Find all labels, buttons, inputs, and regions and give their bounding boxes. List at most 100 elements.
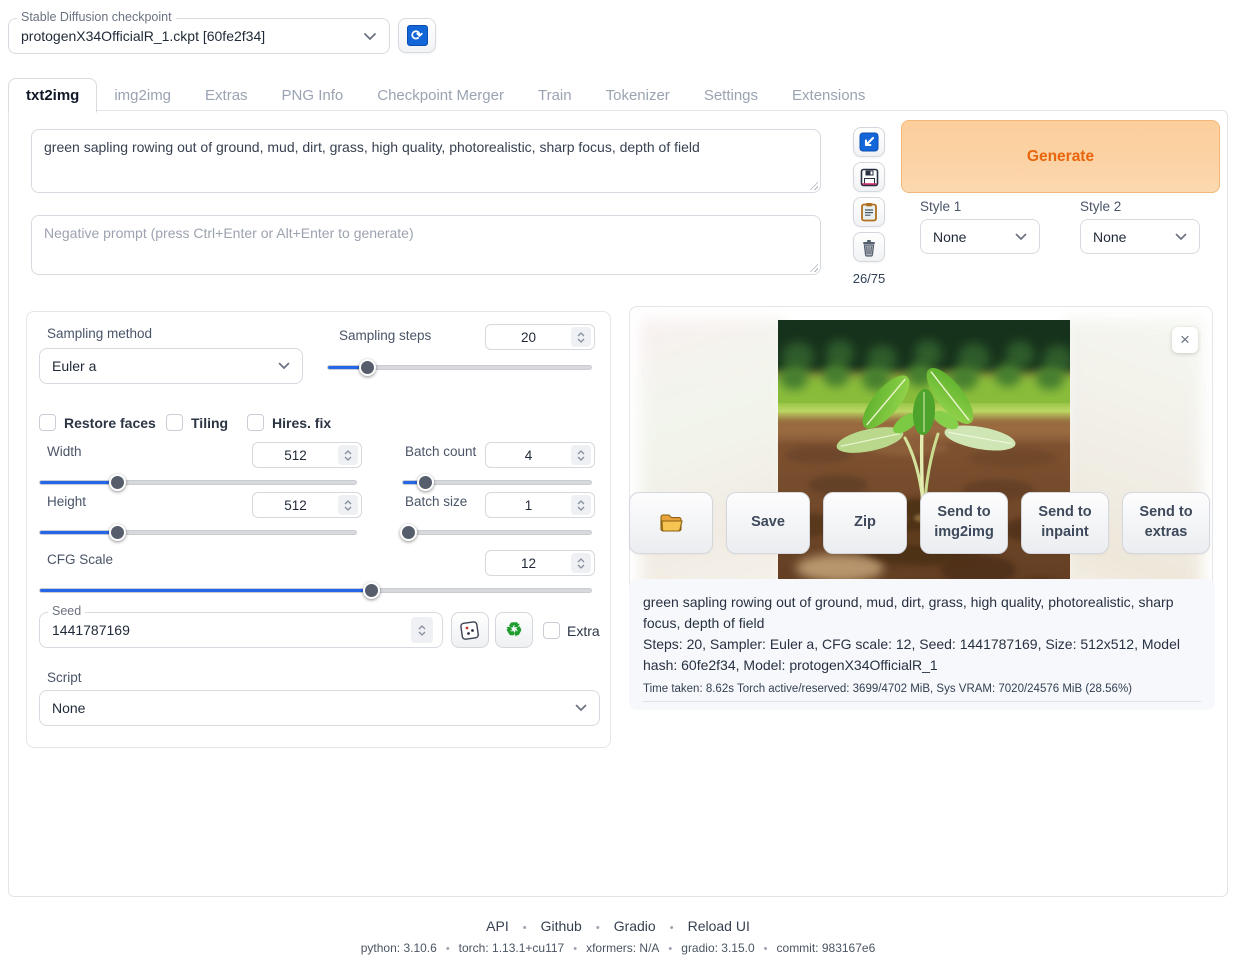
- tab-txt2img[interactable]: txt2img: [8, 78, 97, 113]
- stepper-icon[interactable]: [411, 617, 433, 643]
- sampling-steps-slider[interactable]: [327, 359, 592, 376]
- send-to-extras-button[interactable]: Send to extras: [1122, 492, 1210, 554]
- divider: [643, 701, 1201, 702]
- stepper-icon[interactable]: [338, 495, 358, 515]
- zip-button[interactable]: Zip: [823, 492, 907, 554]
- output-time-text: Time taken: 8.62s Torch active/reserved:…: [643, 683, 1201, 695]
- slider-thumb[interactable]: [359, 359, 376, 376]
- footer-link-reload-ui[interactable]: Reload UI: [688, 918, 750, 934]
- sampling-method-value: Euler a: [52, 358, 278, 374]
- stepper-icon[interactable]: [571, 495, 591, 515]
- bullet-separator: •: [668, 943, 672, 955]
- tab-checkpoint-merger[interactable]: Checkpoint Merger: [360, 79, 521, 112]
- save-style-button[interactable]: [853, 162, 885, 192]
- txt2img-panel: green sapling rowing out of ground, mud,…: [8, 110, 1228, 897]
- slider-thumb[interactable]: [363, 582, 380, 599]
- cfg-scale-input[interactable]: 12: [485, 550, 595, 576]
- negative-prompt-input[interactable]: [31, 215, 821, 275]
- stepper-icon[interactable]: [338, 445, 358, 465]
- batch-size-label: Batch size: [405, 494, 467, 509]
- random-seed-button[interactable]: [451, 612, 489, 648]
- checkpoint-value: protogenX34OfficialR_1.ckpt [60fe2f34]: [21, 28, 363, 44]
- style2-select[interactable]: None: [1080, 219, 1200, 254]
- width-input[interactable]: 512: [252, 442, 362, 468]
- open-folder-button[interactable]: [629, 492, 713, 554]
- generated-image[interactable]: [778, 320, 1070, 610]
- sampling-steps-input[interactable]: 20: [485, 324, 595, 350]
- hires-fix-label: Hires. fix: [272, 415, 331, 431]
- clear-prompt-button[interactable]: [853, 232, 885, 262]
- floppy-disk-icon: [860, 168, 879, 187]
- tab-extensions[interactable]: Extensions: [775, 79, 882, 112]
- cfg-scale-slider[interactable]: [39, 582, 592, 599]
- tab-extras[interactable]: Extras: [188, 79, 265, 112]
- hires-fix-checkbox[interactable]: [247, 414, 264, 431]
- stepper-icon[interactable]: [571, 445, 591, 465]
- extra-seed-checkbox[interactable]: [543, 622, 560, 639]
- send-to-img2img-button[interactable]: Send to img2img: [920, 492, 1008, 554]
- batch-size-slider[interactable]: [402, 524, 592, 541]
- checkpoint-dropdown[interactable]: Stable Diffusion checkpoint protogenX34O…: [8, 18, 390, 54]
- restore-faces-label: Restore faces: [64, 415, 156, 431]
- restore-faces-checkbox[interactable]: [39, 414, 56, 431]
- footer-version-python: python: 3.10.6: [361, 941, 437, 955]
- batch-size-input[interactable]: 1: [485, 492, 595, 518]
- paste-generation-params-button[interactable]: [853, 127, 885, 157]
- script-select[interactable]: None: [39, 690, 600, 726]
- height-value: 512: [253, 498, 338, 513]
- main-tabbar: txt2img img2img Extras PNG Info Checkpoi…: [8, 77, 882, 112]
- apply-style-button[interactable]: [853, 197, 885, 227]
- dice-icon: [460, 620, 480, 640]
- style1-value: None: [933, 229, 1015, 245]
- chevron-down-icon: [1175, 233, 1187, 241]
- footer-link-github[interactable]: Github: [541, 918, 582, 934]
- slider-thumb[interactable]: [109, 524, 126, 541]
- batch-count-input[interactable]: 4: [485, 442, 595, 468]
- footer-version-xformers: xformers: N/A: [586, 941, 659, 955]
- batch-count-value: 4: [486, 448, 571, 463]
- style1-select[interactable]: None: [920, 219, 1040, 254]
- style2-label: Style 2: [1080, 199, 1121, 214]
- close-gallery-button[interactable]: ×: [1172, 327, 1198, 353]
- height-slider[interactable]: [39, 524, 357, 541]
- batch-count-slider[interactable]: [402, 474, 592, 491]
- prompt-input[interactable]: green sapling rowing out of ground, mud,…: [31, 129, 821, 193]
- width-slider[interactable]: [39, 474, 357, 491]
- extra-seed-label: Extra: [567, 623, 600, 639]
- width-label: Width: [47, 444, 82, 459]
- slider-thumb[interactable]: [109, 474, 126, 491]
- tab-train[interactable]: Train: [521, 79, 589, 112]
- stepper-icon[interactable]: [571, 553, 591, 573]
- tiling-checkbox[interactable]: [166, 414, 183, 431]
- slider-thumb[interactable]: [417, 474, 434, 491]
- style1-label: Style 1: [920, 199, 961, 214]
- tab-tokenizer[interactable]: Tokenizer: [589, 79, 687, 112]
- close-icon: ×: [1180, 330, 1190, 350]
- seed-input[interactable]: Seed 1441787169: [39, 612, 443, 648]
- sampling-steps-label: Sampling steps: [339, 328, 431, 343]
- bullet-separator: •: [446, 943, 450, 955]
- generate-button[interactable]: Generate: [901, 120, 1220, 193]
- height-input[interactable]: 512: [252, 492, 362, 518]
- bullet-separator: •: [596, 922, 600, 934]
- slider-thumb[interactable]: [400, 524, 417, 541]
- checkpoint-label: Stable Diffusion checkpoint: [17, 10, 176, 24]
- paste-arrow-icon: [859, 132, 879, 152]
- save-button[interactable]: Save: [726, 492, 810, 554]
- tiling-label: Tiling: [191, 415, 228, 431]
- refresh-checkpoint-button[interactable]: ⟳: [398, 18, 436, 53]
- tab-png-info[interactable]: PNG Info: [265, 79, 361, 112]
- send-to-inpaint-button[interactable]: Send to inpaint: [1021, 492, 1109, 554]
- footer-link-api[interactable]: API: [486, 918, 509, 934]
- tab-settings[interactable]: Settings: [687, 79, 775, 112]
- height-label: Height: [47, 494, 86, 509]
- chevron-down-icon: [278, 362, 290, 370]
- stepper-icon[interactable]: [571, 327, 591, 347]
- bullet-separator: •: [573, 943, 577, 955]
- sampling-method-select[interactable]: Euler a: [39, 348, 303, 384]
- footer-link-gradio[interactable]: Gradio: [614, 918, 656, 934]
- tab-img2img[interactable]: img2img: [97, 79, 188, 112]
- reuse-seed-button[interactable]: ♻: [495, 612, 533, 648]
- gallery-preview-left: [640, 319, 786, 611]
- chevron-down-icon: [1015, 233, 1027, 241]
